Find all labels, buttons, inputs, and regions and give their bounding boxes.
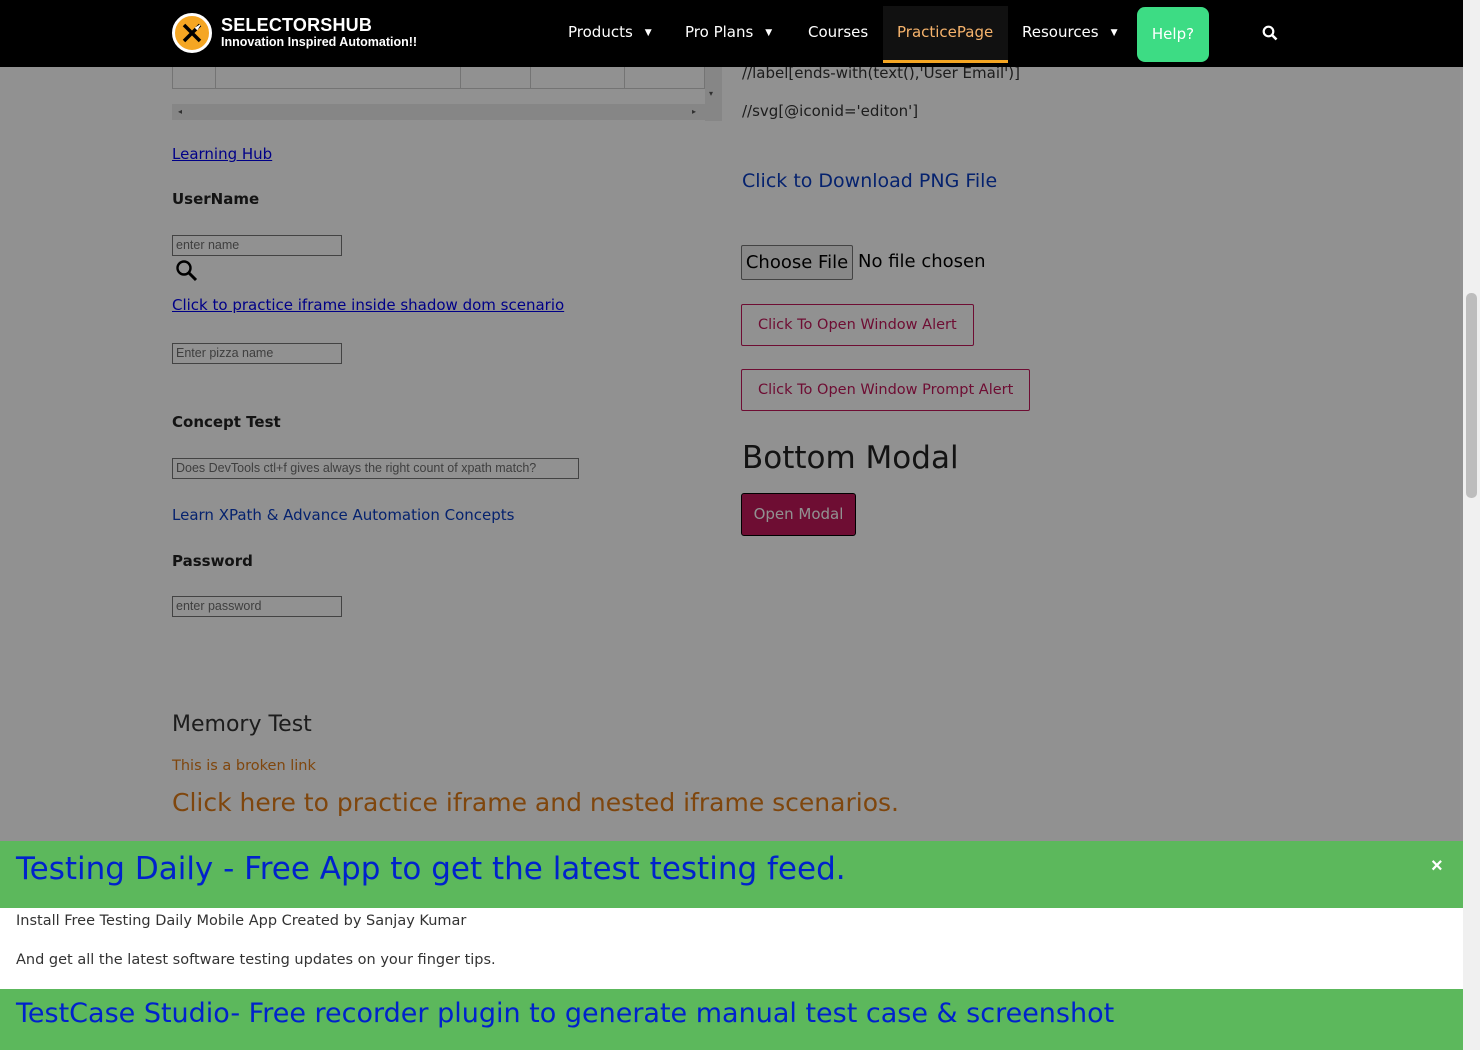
page-scrollbar-thumb[interactable] <box>1466 293 1477 498</box>
modal-line-2: And get all the latest software testing … <box>16 952 496 968</box>
caret-down-icon: ▼ <box>1110 28 1118 38</box>
modal-title: Testing Daily - Free App to get the late… <box>16 851 846 887</box>
nav-active-indicator <box>883 60 1008 63</box>
modal-footer-title: TestCase Studio- Free recorder plugin to… <box>16 998 1115 1029</box>
nav-practice-page[interactable]: PracticePage <box>897 23 993 41</box>
brand-tagline: Innovation Inspired Automation!! <box>221 35 418 49</box>
top-nav-bar: SELECTORSHUB Innovation Inspired Automat… <box>0 0 1463 67</box>
brand-name[interactable]: SELECTORSHUB <box>221 15 372 36</box>
modal-line-1: Install Free Testing Daily Mobile App Cr… <box>16 913 467 929</box>
nav-courses[interactable]: Courses <box>808 23 868 41</box>
nav-pro-plans[interactable]: Pro Plans ▼ <box>685 23 772 41</box>
nav-products[interactable]: Products ▼ <box>568 23 652 41</box>
help-button[interactable]: Help? <box>1137 7 1209 62</box>
logo-icon[interactable] <box>172 13 212 53</box>
caret-down-icon: ▼ <box>765 28 773 38</box>
search-icon[interactable] <box>1262 25 1278 46</box>
nav-resources[interactable]: Resources ▼ <box>1022 23 1118 41</box>
caret-down-icon: ▼ <box>644 28 652 38</box>
page-scrollbar[interactable] <box>1463 0 1480 1050</box>
close-icon[interactable]: × <box>1431 855 1443 878</box>
